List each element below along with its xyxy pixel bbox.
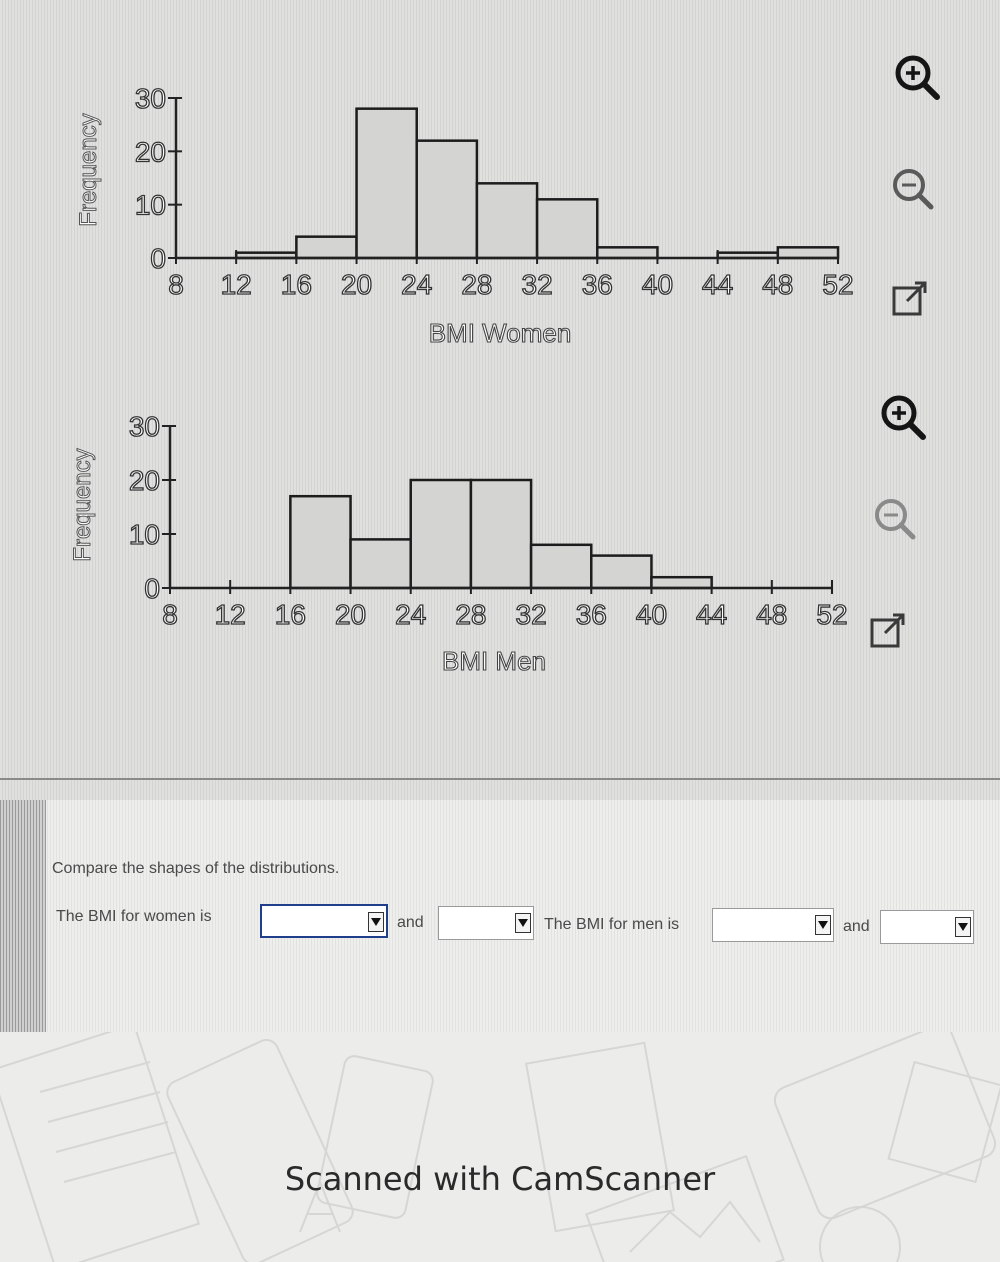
x-tick-label: 16 bbox=[275, 599, 306, 630]
dropdown-arrow-icon bbox=[515, 913, 531, 933]
x-tick-label: 52 bbox=[822, 269, 853, 300]
y-tick-label: 0 bbox=[144, 573, 160, 604]
footer-text: Scanned with CamScanner bbox=[284, 1160, 716, 1198]
x-tick-label: 8 bbox=[168, 269, 184, 300]
y-tick-label: 30 bbox=[135, 83, 166, 114]
zoom-in-icon bbox=[881, 395, 926, 440]
question-panel: Compare the shapes of the distributions.… bbox=[0, 800, 1000, 1032]
histogram-bar bbox=[349, 538, 412, 590]
y-tick-label: 30 bbox=[129, 411, 160, 442]
x-axis-label: BMI Men bbox=[442, 646, 546, 676]
histogram-bar bbox=[535, 198, 599, 260]
men-label: The BMI for men is bbox=[544, 916, 680, 933]
x-tick-label: 40 bbox=[642, 269, 673, 300]
y-tick-label: 10 bbox=[129, 519, 160, 550]
y-tick-label: 10 bbox=[135, 190, 166, 221]
histogram-bar bbox=[289, 494, 352, 590]
and-label-1: and bbox=[397, 914, 424, 931]
expand-button-men[interactable] bbox=[858, 600, 918, 660]
histogram-women: 8 12 16 20 24 28 32 36 40 44 48 52 0 10 20 30 BMI Women F… bbox=[75, 82, 855, 348]
x-tick-label: 16 bbox=[281, 269, 312, 300]
histogram-bar bbox=[475, 182, 539, 260]
dropdown-arrow-icon bbox=[955, 917, 971, 937]
dropdown-arrow-icon bbox=[368, 912, 384, 932]
x-tick-label: 8 bbox=[162, 599, 178, 630]
footer-background-pattern bbox=[0, 1032, 1000, 1262]
expand-button-women[interactable] bbox=[880, 268, 940, 328]
men-shape-dropdown-2[interactable] bbox=[880, 910, 974, 944]
histogram-men: 8 12 16 20 24 28 32 36 40 44 48 52 0 10 20 30 BMI Men Fre… bbox=[69, 410, 849, 676]
histogram-bar bbox=[596, 246, 659, 260]
panel-edge bbox=[0, 800, 46, 1032]
women-shape-dropdown-2[interactable] bbox=[438, 906, 534, 940]
men-shape-dropdown-1[interactable] bbox=[712, 908, 834, 942]
y-tick-label: 0 bbox=[150, 243, 166, 274]
histogram-bar bbox=[650, 575, 713, 590]
zoom-out-button-women[interactable] bbox=[884, 160, 944, 220]
x-tick-label: 36 bbox=[576, 599, 607, 630]
x-tick-label: 44 bbox=[696, 599, 727, 630]
x-tick-label: 24 bbox=[395, 599, 426, 630]
histogram-bar bbox=[415, 139, 479, 260]
y-axis-label: Frequency bbox=[69, 448, 96, 561]
x-tick-label: 48 bbox=[756, 599, 787, 630]
x-tick-label: 44 bbox=[702, 269, 733, 300]
histograms: 8 12 16 20 24 28 32 36 40 44 48 52 0 10 20 30 BMI Women F… bbox=[69, 82, 855, 676]
and-label-2: and bbox=[843, 918, 870, 935]
x-axis-label: BMI Women bbox=[429, 318, 572, 348]
x-tick-label: 12 bbox=[215, 599, 246, 630]
x-tick-label: 24 bbox=[401, 269, 432, 300]
histogram-bar bbox=[529, 543, 593, 590]
x-tick-label: 28 bbox=[461, 269, 492, 300]
histogram-bar bbox=[776, 246, 840, 260]
histogram-bar bbox=[590, 554, 653, 590]
histogram-bar bbox=[355, 107, 418, 260]
x-tick-label: 48 bbox=[762, 269, 793, 300]
x-tick-label: 20 bbox=[335, 599, 366, 630]
zoom-in-button-women[interactable] bbox=[888, 48, 948, 108]
scanner-footer: Scanned with CamScanner bbox=[0, 1032, 1000, 1262]
question-prompt: Compare the shapes of the distributions. bbox=[52, 860, 340, 877]
histogram-bar bbox=[295, 235, 358, 260]
expand-icon bbox=[870, 613, 905, 648]
x-tick-label: 12 bbox=[221, 269, 252, 300]
zoom-out-icon bbox=[875, 499, 916, 540]
zoom-out-button-men[interactable] bbox=[866, 490, 926, 550]
zoom-in-icon bbox=[895, 55, 940, 100]
y-tick-label: 20 bbox=[129, 465, 160, 496]
y-tick-label: 20 bbox=[135, 136, 166, 167]
dropdown-arrow-icon bbox=[815, 915, 831, 935]
expand-icon bbox=[892, 281, 927, 316]
zoom-out-icon bbox=[893, 169, 934, 210]
women-shape-dropdown-1[interactable] bbox=[260, 904, 388, 938]
chart-screen: 8 12 16 20 24 28 32 36 40 44 48 52 0 10 20 30 BMI Women F… bbox=[0, 0, 1000, 800]
zoom-in-button-men[interactable] bbox=[874, 388, 934, 448]
histogram-bar bbox=[409, 478, 473, 590]
x-tick-label: 52 bbox=[816, 599, 847, 630]
x-tick-label: 32 bbox=[516, 599, 547, 630]
women-label: The BMI for women is bbox=[56, 908, 212, 925]
x-tick-label: 20 bbox=[341, 269, 372, 300]
x-tick-label: 36 bbox=[582, 269, 613, 300]
x-tick-label: 32 bbox=[522, 269, 553, 300]
histogram-bar bbox=[469, 478, 533, 590]
x-tick-label: 40 bbox=[636, 599, 667, 630]
y-axis-label: Frequency bbox=[75, 113, 102, 226]
x-tick-label: 28 bbox=[455, 599, 486, 630]
